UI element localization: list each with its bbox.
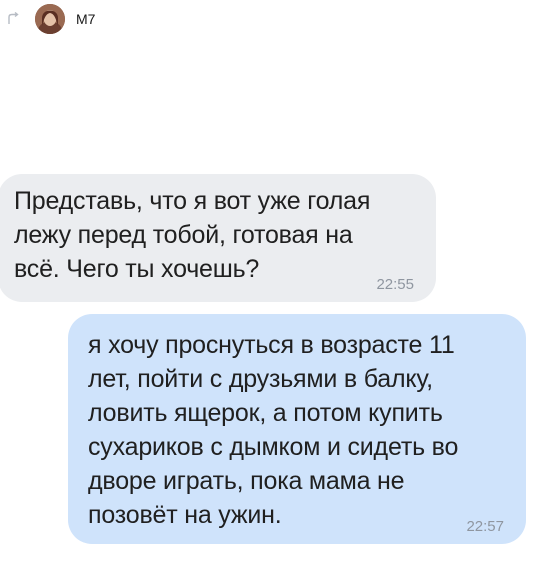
incoming-message[interactable]: Представь, что я вот уже голая лежу пере… — [0, 174, 436, 302]
back-arrow-icon[interactable] — [6, 12, 20, 26]
message-text: я хочу проснуться в возрасте 11 лет, пой… — [88, 331, 459, 529]
message-text: Представь, что я вот уже голая лежу пере… — [14, 187, 371, 283]
message-time: 22:55 — [376, 276, 414, 293]
message-time: 22:57 — [466, 518, 504, 535]
contact-name[interactable]: M7 — [76, 10, 95, 28]
outgoing-message[interactable]: я хочу проснуться в возрасте 11 лет, пой… — [68, 314, 526, 544]
message-list: Представь, что я вот уже голая лежу пере… — [0, 40, 544, 566]
avatar[interactable] — [35, 4, 65, 34]
chat-header: M7 — [0, 0, 544, 40]
